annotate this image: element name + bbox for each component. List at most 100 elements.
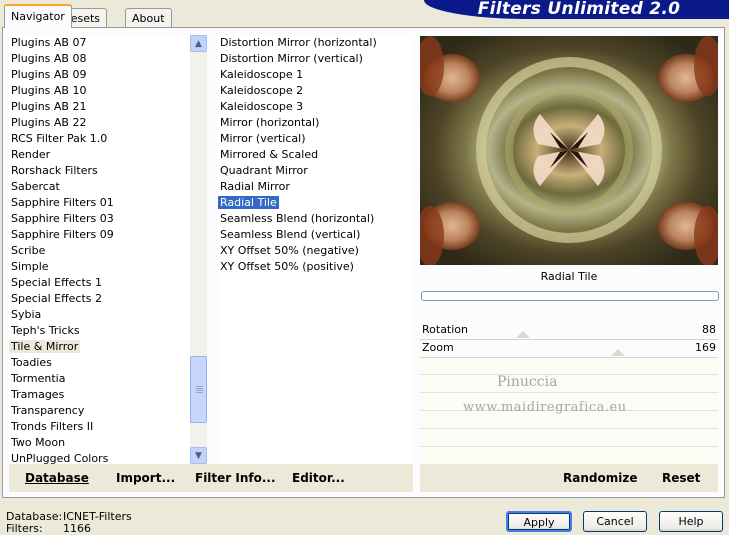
category-scrollbar[interactable]: ▲ ▼: [190, 35, 207, 464]
category-item-label: Special Effects 2: [11, 292, 103, 305]
category-item[interactable]: Sapphire Filters 09: [9, 227, 116, 243]
left-button-bar: Database Import... Filter Info... Editor…: [9, 464, 413, 492]
tab-navigator[interactable]: Navigator: [4, 4, 72, 28]
database-button[interactable]: Database: [25, 471, 89, 485]
rotation-label: Rotation: [422, 323, 469, 336]
filter-item-label: Radial Tile: [218, 196, 279, 209]
filter-item-label: XY Offset 50% (negative): [220, 244, 359, 257]
scroll-up-button[interactable]: ▲: [190, 35, 207, 52]
category-item[interactable]: Plugins AB 09: [9, 67, 88, 83]
filter-item-label: Distortion Mirror (horizontal): [220, 36, 377, 49]
editor-button[interactable]: Editor...: [292, 471, 345, 485]
category-list[interactable]: Plugins AB 07 Plugins AB 08 Plugins AB 09 P…: [9, 35, 190, 464]
category-item[interactable]: Tramages: [9, 387, 66, 403]
filter-item[interactable]: Mirror (horizontal): [218, 115, 321, 131]
rotation-parameter[interactable]: Rotation 88: [420, 322, 718, 339]
category-item[interactable]: Sapphire Filters 03: [9, 211, 116, 227]
category-item[interactable]: Transparency: [9, 403, 86, 419]
apply-button[interactable]: Apply: [506, 511, 572, 532]
category-item[interactable]: Teph's Tricks: [9, 323, 82, 339]
category-item[interactable]: Sapphire Filters 01: [9, 195, 116, 211]
editor-button-label: Editor...: [292, 471, 345, 485]
randomize-button-label: Randomize: [563, 471, 638, 485]
category-item[interactable]: Special Effects 1: [9, 275, 104, 291]
category-item[interactable]: UnPlugged Colors: [9, 451, 110, 464]
category-item[interactable]: Plugins AB 07: [9, 35, 88, 51]
category-item[interactable]: Plugins AB 10: [9, 83, 88, 99]
filter-item[interactable]: Seamless Blend (horizontal): [218, 211, 376, 227]
category-item[interactable]: Scribe: [9, 243, 47, 259]
category-item[interactable]: Rorshack Filters: [9, 163, 100, 179]
category-item-label: Sapphire Filters 01: [11, 196, 114, 209]
empty-parameter-row: [420, 376, 718, 393]
zoom-parameter[interactable]: Zoom 169: [420, 340, 718, 357]
filter-item[interactable]: Distortion Mirror (vertical): [218, 51, 365, 67]
filter-item-label: Kaleidoscope 2: [220, 84, 304, 97]
database-button-label: Database: [25, 471, 89, 485]
watermark-name: Pinuccia: [497, 374, 558, 390]
category-item[interactable]: RCS Filter Pak 1.0: [9, 131, 109, 147]
filter-item[interactable]: XY Offset 50% (negative): [218, 243, 361, 259]
category-item[interactable]: Render: [9, 147, 52, 163]
filter-item[interactable]: Kaleidoscope 1: [218, 67, 305, 83]
filter-list[interactable]: Distortion Mirror (horizontal) Distortion…: [218, 35, 413, 464]
category-item[interactable]: Sabercat: [9, 179, 62, 195]
category-item[interactable]: Sybia: [9, 307, 43, 323]
filter-item[interactable]: Radial Mirror: [218, 179, 292, 195]
category-item[interactable]: Tormentia: [9, 371, 67, 387]
category-item[interactable]: Tronds Filters II: [9, 419, 95, 435]
randomize-button[interactable]: Randomize: [563, 471, 637, 485]
category-item[interactable]: Plugins AB 08: [9, 51, 88, 67]
category-item[interactable]: Two Moon: [9, 435, 67, 451]
filter-item-label: Kaleidoscope 1: [220, 68, 304, 81]
filter-item-label: Mirrored & Scaled: [220, 148, 319, 161]
rotation-value: 88: [702, 323, 716, 336]
category-item-label: Plugins AB 09: [11, 68, 87, 81]
filter-item[interactable]: XY Offset 50% (positive): [218, 259, 356, 275]
empty-parameter-row: [420, 448, 718, 465]
app-title-banner: Filters Unlimited 2.0: [424, 0, 729, 19]
cancel-button[interactable]: Cancel: [583, 511, 647, 532]
category-item[interactable]: Toadies: [9, 355, 54, 371]
reset-button-label: Reset: [662, 471, 701, 485]
apply-button-label: Apply: [523, 516, 555, 529]
filter-info-button[interactable]: Filter Info...: [195, 471, 276, 485]
category-item-label: Sapphire Filters 03: [11, 212, 114, 225]
category-item-label: Render: [11, 148, 51, 161]
category-item[interactable]: Simple: [9, 259, 51, 275]
progress-bar: [421, 291, 719, 301]
import-button[interactable]: Import...: [116, 471, 175, 485]
category-item-label: Tronds Filters II: [11, 420, 94, 433]
filter-item[interactable]: Radial Tile: [218, 195, 279, 211]
help-button[interactable]: Help: [659, 511, 723, 532]
watermark-url: www.maidiregrafica.eu: [463, 400, 627, 415]
category-item[interactable]: Special Effects 2: [9, 291, 104, 307]
category-item-label: Plugins AB 10: [11, 84, 87, 97]
filter-item-label: Seamless Blend (horizontal): [220, 212, 375, 225]
category-item[interactable]: Tile & Mirror: [9, 339, 81, 355]
category-item[interactable]: Plugins AB 22: [9, 115, 88, 131]
filter-preview-image: [420, 36, 718, 265]
filter-item-label: Mirror (horizontal): [220, 116, 320, 129]
tab-about[interactable]: About: [125, 8, 172, 27]
category-item-label: Sabercat: [11, 180, 60, 193]
filter-item[interactable]: Kaleidoscope 2: [218, 83, 305, 99]
reset-button[interactable]: Reset: [662, 471, 700, 485]
filter-item-label: Kaleidoscope 3: [220, 100, 304, 113]
category-item-label: UnPlugged Colors: [11, 452, 109, 464]
filter-item[interactable]: Distortion Mirror (horizontal): [218, 35, 379, 51]
category-item-label: Tile & Mirror: [9, 340, 81, 353]
help-button-label: Help: [678, 515, 704, 528]
scroll-thumb[interactable]: [190, 356, 207, 423]
category-item[interactable]: Plugins AB 21: [9, 99, 88, 115]
scroll-down-button[interactable]: ▼: [190, 447, 207, 464]
filter-item[interactable]: Mirrored & Scaled: [218, 147, 320, 163]
category-item-label: Special Effects 1: [11, 276, 103, 289]
filter-item[interactable]: Seamless Blend (vertical): [218, 227, 362, 243]
filter-item-label: Distortion Mirror (vertical): [220, 52, 363, 65]
cancel-button-label: Cancel: [596, 515, 634, 528]
filter-item[interactable]: Kaleidoscope 3: [218, 99, 305, 115]
filter-item[interactable]: Mirror (vertical): [218, 131, 308, 147]
filter-item[interactable]: Quadrant Mirror: [218, 163, 310, 179]
status-filters-label: Filters:: [6, 522, 43, 535]
